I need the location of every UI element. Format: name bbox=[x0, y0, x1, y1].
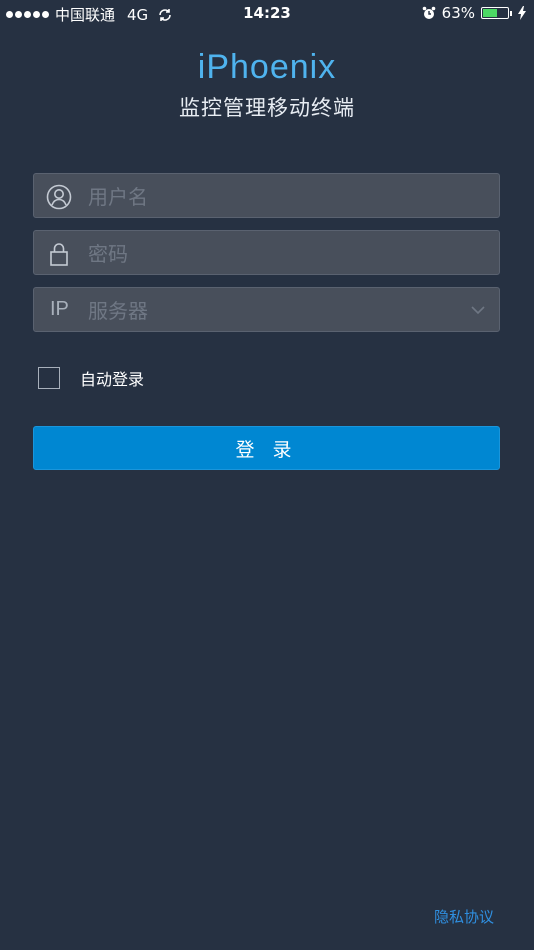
app-title-text: iPhoenix bbox=[197, 48, 337, 86]
charging-bolt-icon bbox=[518, 6, 526, 20]
app-subtitle: 监控管理移动终端 bbox=[179, 96, 355, 120]
lock-icon bbox=[50, 243, 68, 266]
privacy-policy-link[interactable]: 隐私协议 bbox=[434, 906, 494, 927]
user-icon bbox=[46, 184, 72, 210]
ip-label: IP bbox=[50, 298, 69, 320]
battery-icon bbox=[481, 7, 509, 19]
battery-percentage: 63% bbox=[441, 4, 475, 22]
server-input[interactable] bbox=[86, 288, 470, 333]
username-input[interactable] bbox=[86, 174, 470, 219]
status-right: 63% bbox=[422, 4, 526, 22]
battery-fill bbox=[483, 9, 498, 17]
login-button[interactable]: 登 录 bbox=[33, 426, 500, 470]
app-title: iPhoenix bbox=[0, 48, 534, 87]
auto-login-checkbox[interactable] bbox=[38, 367, 60, 389]
username-field-container[interactable] bbox=[33, 173, 500, 219]
password-input[interactable] bbox=[86, 231, 470, 276]
server-field-container[interactable]: IP bbox=[33, 287, 500, 333]
auto-login-row[interactable]: 自动登录 bbox=[38, 366, 144, 390]
status-bar: 中国联通 4G 14:23 63% bbox=[0, 0, 534, 28]
battery-tip bbox=[510, 10, 512, 16]
password-field-container[interactable] bbox=[33, 230, 500, 276]
alarm-clock-icon bbox=[422, 6, 435, 19]
auto-login-label: 自动登录 bbox=[80, 370, 145, 389]
chevron-down-icon[interactable] bbox=[471, 303, 485, 317]
